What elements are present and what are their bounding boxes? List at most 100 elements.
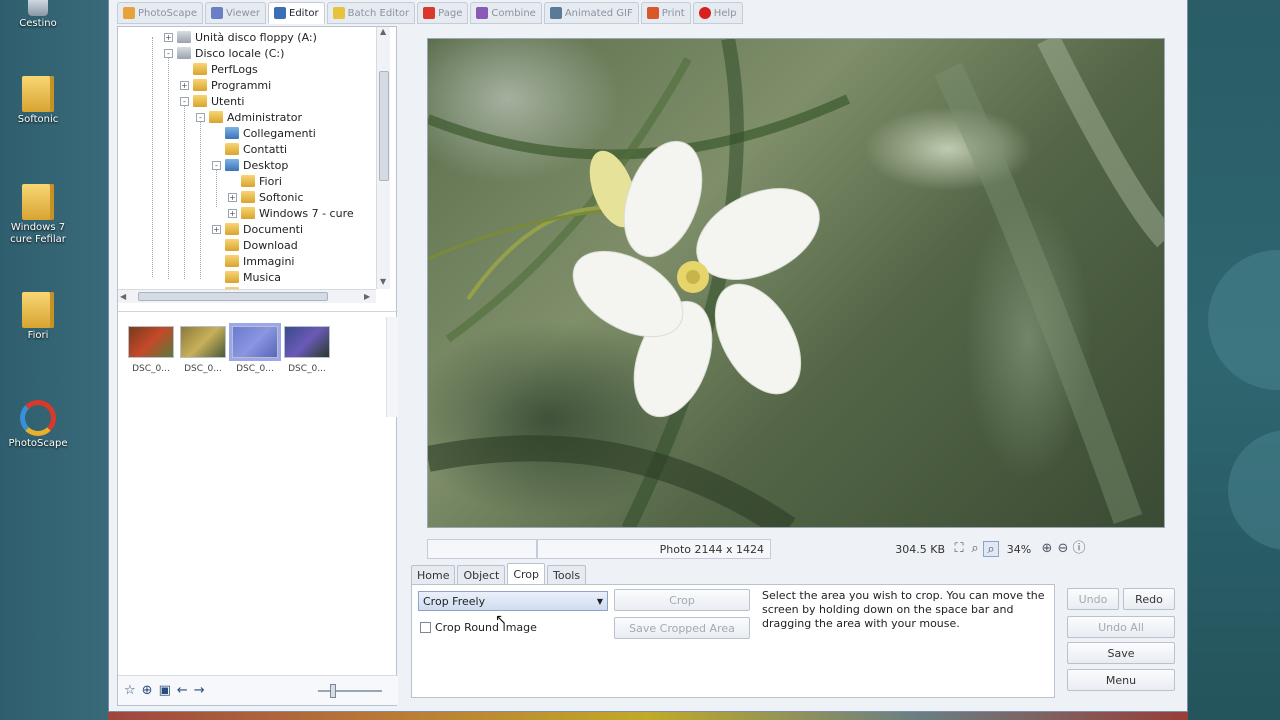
forward-arrow-icon[interactable]: →: [194, 683, 205, 698]
tree-item[interactable]: Download: [212, 237, 298, 253]
home-icon: [123, 7, 135, 19]
tree-guide-line: [152, 37, 153, 277]
crop-round-option[interactable]: Crop Round Image: [420, 621, 537, 634]
tab-tools[interactable]: Tools: [547, 565, 587, 585]
save-button[interactable]: Save: [1067, 642, 1175, 664]
expand-icon[interactable]: +: [164, 32, 173, 42]
desktop-icon-photoscape[interactable]: PhotoScape: [4, 400, 72, 450]
fit-screen-icon[interactable]: ⛶: [951, 541, 967, 557]
zoom-out-icon[interactable]: ⊖: [1055, 541, 1071, 557]
tab-crop[interactable]: Crop: [507, 563, 545, 585]
tree-item[interactable]: + Windows 7 - cure: [228, 205, 354, 221]
tree-item[interactable]: + Programmi: [180, 77, 271, 93]
tree-item[interactable]: + Documenti: [212, 221, 303, 237]
undo-button[interactable]: Undo: [1067, 588, 1119, 610]
tab-label: Page: [438, 7, 463, 19]
tab-home[interactable]: Home: [411, 565, 456, 585]
tree-item[interactable]: PerfLogs: [180, 61, 258, 77]
folder-icon: [225, 127, 239, 139]
tab-combine[interactable]: Combine: [470, 2, 542, 24]
redo-button[interactable]: Redo: [1123, 588, 1175, 610]
crop-mode-dropdown[interactable]: Crop Freely ▼: [418, 591, 608, 611]
desktop-icon-windows7[interactable]: Windows 7 cure Fefilar: [4, 184, 72, 246]
tree-item[interactable]: - Utenti: [180, 93, 244, 109]
scroll-down-icon[interactable]: ▼: [380, 277, 386, 286]
add-folder-icon[interactable]: ⊕: [142, 683, 153, 698]
info-icon[interactable]: ⓘ: [1071, 541, 1087, 557]
expand-icon[interactable]: +: [228, 208, 237, 218]
collapse-icon[interactable]: -: [212, 160, 221, 170]
tab-print[interactable]: Print: [640, 2, 691, 24]
tab-label: Animated GIF: [564, 7, 633, 19]
tab-batch-editor[interactable]: Batch Editor: [326, 2, 416, 24]
batch-icon: [332, 7, 345, 19]
tree-item[interactable]: Fiori: [228, 173, 282, 189]
desktop-icon-softonic[interactable]: Softonic: [4, 76, 72, 126]
tree-item[interactable]: Musica: [212, 269, 281, 285]
crop-round-checkbox[interactable]: [420, 622, 431, 633]
crop-instructions: Select the area you wish to crop. You ca…: [762, 589, 1045, 630]
tree-item-label: Programmi: [211, 78, 272, 92]
tree-vertical-scrollbar[interactable]: ▲ ▼: [376, 27, 390, 289]
desktop-icon-recycle-bin[interactable]: Cestino: [4, 0, 72, 30]
combine-icon: [476, 7, 489, 19]
thumbnail-item[interactable]: DSC_0...: [282, 326, 332, 374]
save-cropped-area-button[interactable]: Save Cropped Area: [614, 617, 750, 639]
collapse-icon[interactable]: -: [180, 96, 189, 106]
scroll-right-icon[interactable]: ▶: [364, 292, 370, 301]
tree-item[interactable]: Collegamenti: [212, 125, 316, 141]
expand-icon[interactable]: +: [212, 224, 221, 234]
zoom-actual-icon[interactable]: ⌕: [967, 541, 983, 557]
back-arrow-icon[interactable]: ←: [177, 683, 188, 698]
favorite-star-icon[interactable]: ☆: [124, 683, 136, 698]
scroll-left-icon[interactable]: ◀: [120, 292, 126, 301]
tab-help[interactable]: Help: [692, 2, 743, 24]
tree-item[interactable]: - Disco locale (C:): [164, 45, 284, 61]
tree-vertical-scroll-thumb[interactable]: [379, 71, 389, 181]
undo-all-button[interactable]: Undo All: [1067, 616, 1175, 638]
tab-editor[interactable]: Editor: [268, 2, 325, 24]
tree-item[interactable]: - Desktop: [212, 157, 288, 173]
thumbnail-image: [180, 326, 226, 358]
thumbnail-item[interactable]: DSC_0...: [229, 323, 281, 374]
scroll-up-icon[interactable]: ▲: [380, 27, 386, 36]
tab-photoscape[interactable]: PhotoScape: [117, 2, 203, 24]
tab-viewer[interactable]: Viewer: [205, 2, 266, 24]
tree-guide-line: [216, 167, 217, 207]
tab-label: Viewer: [226, 7, 260, 19]
tree-item-label: Desktop: [243, 158, 289, 172]
collapse-icon[interactable]: -: [164, 48, 173, 58]
expand-icon[interactable]: +: [180, 80, 189, 90]
tree-item[interactable]: + Softonic: [228, 189, 304, 205]
thumbnail-item[interactable]: DSC_0...: [178, 326, 228, 374]
tree-item[interactable]: - Administrator: [196, 109, 302, 125]
folder-icon: [241, 207, 255, 219]
tree-guide-line: [184, 103, 185, 279]
zoom-fit-icon[interactable]: ⌕: [983, 541, 999, 557]
view-icon[interactable]: ▣: [159, 683, 171, 698]
zoom-in-icon[interactable]: ⊕: [1039, 541, 1055, 557]
tab-animated-gif[interactable]: Animated GIF: [543, 2, 639, 24]
expand-icon[interactable]: +: [228, 192, 237, 202]
crop-button[interactable]: Crop: [614, 589, 750, 611]
tree-item[interactable]: Contatti: [212, 141, 287, 157]
thumbnail-image: [229, 323, 281, 361]
tree-horizontal-scrollbar[interactable]: ◀ ▶: [118, 289, 376, 303]
tab-object[interactable]: Object: [457, 565, 506, 585]
collapse-icon[interactable]: -: [196, 112, 205, 122]
tree-item[interactable]: + Unità disco floppy (A:): [164, 29, 317, 45]
tree-item[interactable]: Immagini: [212, 253, 294, 269]
desktop-icon-fiori[interactable]: Fiori: [4, 292, 72, 342]
tab-page[interactable]: Page: [417, 2, 469, 24]
folder-tree[interactable]: + Unità disco floppy (A:) - Disco locale (C…: [118, 27, 398, 289]
photoscape-window: PhotoScape Viewer Editor Batch Editor Page Co…: [108, 0, 1188, 712]
menu-button[interactable]: Menu: [1067, 669, 1175, 691]
tree-horizontal-scroll-thumb[interactable]: [138, 292, 328, 301]
photo-canvas[interactable]: [427, 38, 1165, 528]
slider-handle[interactable]: [330, 684, 336, 698]
tree-item-label: Utenti: [211, 94, 245, 108]
thumbnail-size-slider[interactable]: [318, 684, 382, 698]
folder-icon: [193, 79, 207, 91]
thumbnail-item[interactable]: DSC_0...: [126, 326, 176, 374]
thumbnail-scrollbar[interactable]: [386, 317, 398, 417]
